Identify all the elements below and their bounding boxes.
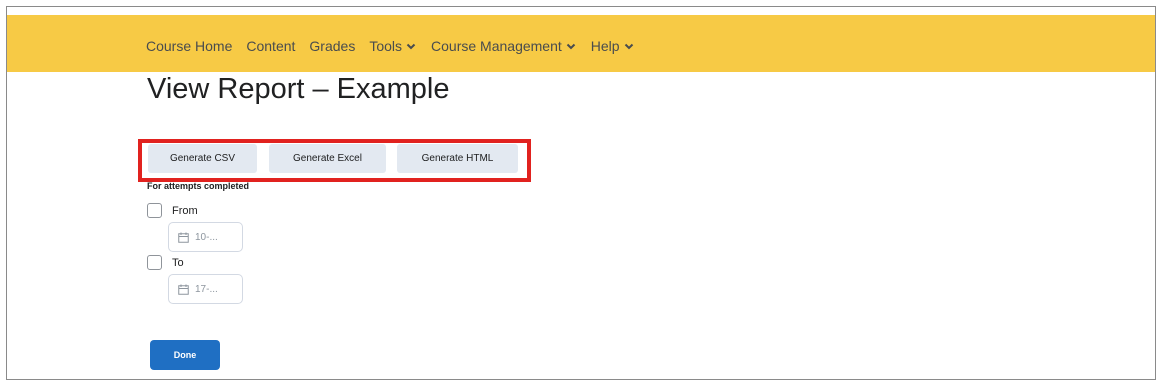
calendar-icon (178, 232, 189, 243)
nav-item-course-home[interactable]: Course Home (146, 38, 232, 54)
nav-item-content[interactable]: Content (246, 38, 295, 54)
generate-excel-button[interactable]: Generate Excel (269, 144, 386, 173)
chevron-down-icon (406, 43, 416, 50)
nav-item-course-management[interactable]: Course Management (431, 38, 577, 54)
nav-item-grades[interactable]: Grades (309, 38, 355, 54)
nav-item-label: Content (246, 38, 296, 54)
nav-item-label: Grades (309, 38, 356, 54)
nav-item-label: Course Home (146, 38, 233, 54)
from-checkbox[interactable] (147, 203, 162, 218)
attempts-filter-label: For attempts completed (147, 181, 250, 191)
page-title: View Report – Example (147, 73, 450, 105)
generate-html-button[interactable]: Generate HTML (397, 144, 518, 173)
generate-csv-button[interactable]: Generate CSV (148, 144, 257, 173)
to-date-value: 17-... (195, 283, 218, 295)
nav-item-label: Tools (369, 38, 403, 54)
from-label: From (172, 205, 198, 217)
nav-item-label: Course Management (431, 38, 562, 54)
course-navbar: Course Home Content Grades Tools Course … (7, 15, 1155, 72)
nav-items: Course Home Content Grades Tools Course … (146, 38, 649, 54)
chevron-down-icon (566, 43, 575, 50)
to-checkbox[interactable] (147, 255, 162, 270)
page-frame: Course Home Content Grades Tools Course … (6, 6, 1156, 380)
nav-item-label: Help (590, 38, 620, 54)
nav-item-tools[interactable]: Tools (369, 38, 417, 54)
from-date-value: 10-... (195, 231, 218, 243)
from-date-input[interactable]: 10-... (168, 222, 243, 252)
done-button[interactable]: Done (150, 340, 220, 370)
to-label: To (172, 257, 184, 269)
nav-item-help[interactable]: Help (591, 38, 635, 54)
calendar-icon (178, 284, 189, 295)
to-date-input[interactable]: 17-... (168, 274, 243, 304)
chevron-down-icon (624, 43, 633, 50)
